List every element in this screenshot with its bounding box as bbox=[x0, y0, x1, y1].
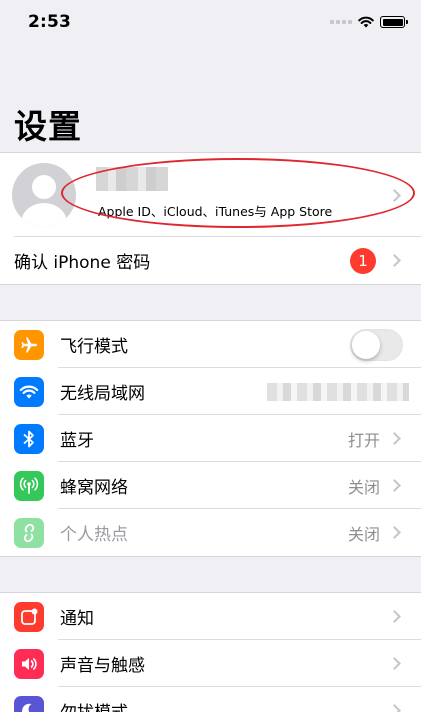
profile-name-redacted bbox=[96, 167, 168, 191]
chevron-right-icon bbox=[388, 526, 401, 539]
airplane-mode-label: 飞行模式 bbox=[60, 337, 128, 357]
wifi-network-name-redacted bbox=[267, 382, 409, 401]
avatar bbox=[12, 163, 76, 227]
do-not-disturb-row[interactable]: 勿扰模式 bbox=[0, 687, 421, 712]
cellular-value: 关闭 bbox=[347, 477, 380, 497]
notification-badge: 1 bbox=[350, 247, 376, 274]
sounds-haptics-label: 声音与触感 bbox=[60, 656, 145, 676]
notifications-group: 通知 声音与触感 勿扰模式 bbox=[0, 592, 421, 712]
wifi-label: 无线局域网 bbox=[60, 384, 145, 404]
notifications-icon bbox=[14, 601, 44, 632]
chevron-right-icon bbox=[388, 432, 401, 445]
bluetooth-row[interactable]: 蓝牙 打开 bbox=[0, 415, 421, 462]
account-group: Apple ID、iCloud、iTunes与 App Store 确认 iPh… bbox=[0, 152, 421, 285]
status-time: 2:53 bbox=[28, 12, 72, 32]
airplane-icon bbox=[14, 329, 44, 360]
airplane-mode-row[interactable]: 飞行模式 bbox=[0, 321, 421, 368]
wifi-row[interactable]: 无线局域网 bbox=[0, 368, 421, 415]
status-indicators bbox=[330, 16, 408, 28]
chevron-right-icon bbox=[388, 704, 401, 712]
cellular-label: 蜂窝网络 bbox=[60, 478, 128, 498]
cellular-signal-icon bbox=[330, 20, 352, 24]
sounds-haptics-row[interactable]: 声音与触感 bbox=[0, 640, 421, 687]
status-bar: 2:53 bbox=[0, 0, 421, 44]
confirm-passcode-label: 确认 iPhone 密码 bbox=[14, 253, 151, 273]
apple-id-row[interactable]: Apple ID、iCloud、iTunes与 App Store bbox=[0, 153, 421, 237]
apple-id-subtitle: Apple ID、iCloud、iTunes与 App Store bbox=[98, 204, 333, 219]
personal-hotspot-row[interactable]: 个人热点 关闭 bbox=[0, 509, 421, 556]
chevron-right-icon bbox=[388, 657, 401, 670]
bluetooth-label: 蓝牙 bbox=[60, 431, 94, 451]
wifi-icon bbox=[14, 376, 44, 407]
hotspot-icon bbox=[14, 517, 44, 548]
chevron-right-icon bbox=[388, 254, 401, 267]
cellular-row[interactable]: 蜂窝网络 关闭 bbox=[0, 462, 421, 509]
chevron-right-icon bbox=[388, 188, 401, 202]
chevron-right-icon bbox=[388, 610, 401, 623]
airplane-mode-toggle[interactable] bbox=[350, 328, 403, 361]
sounds-icon bbox=[14, 648, 44, 679]
cellular-icon bbox=[14, 470, 44, 501]
page-title: 设置 bbox=[14, 107, 82, 146]
do-not-disturb-label: 勿扰模式 bbox=[60, 698, 390, 712]
confirm-iphone-passcode-row[interactable]: 确认 iPhone 密码 1 bbox=[0, 237, 421, 284]
notifications-label: 通知 bbox=[60, 609, 94, 629]
battery-icon bbox=[380, 16, 408, 28]
bluetooth-value: 打开 bbox=[347, 430, 380, 450]
wifi-status-icon bbox=[358, 16, 374, 28]
chevron-right-icon bbox=[388, 479, 401, 492]
personal-hotspot-label: 个人热点 bbox=[60, 525, 128, 545]
notifications-row[interactable]: 通知 bbox=[0, 593, 421, 640]
connectivity-group: 飞行模式 无线局域网 蓝牙 打开 蜂窝网络 关闭 个人热点 关闭 bbox=[0, 320, 421, 557]
personal-hotspot-value: 关闭 bbox=[347, 524, 380, 544]
moon-icon bbox=[14, 695, 44, 712]
bluetooth-icon bbox=[14, 423, 44, 454]
